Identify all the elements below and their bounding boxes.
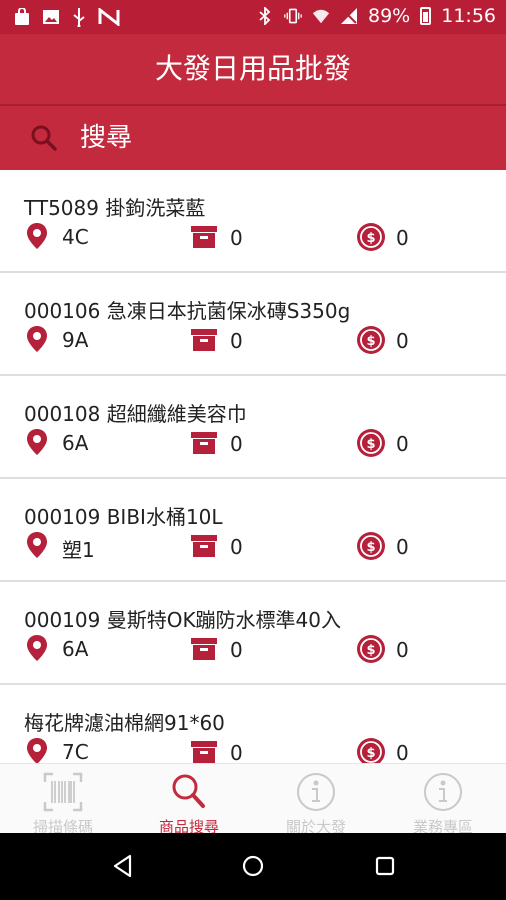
app-title: 大發日用品批發 xyxy=(0,34,506,104)
product-location: 4C xyxy=(62,225,89,249)
product-details: 9A 0 $ 0 xyxy=(0,325,506,355)
bottom-tab-bar: 掃描條碼 商品搜尋 關於大發 業務專區 xyxy=(0,763,506,836)
svg-text:$: $ xyxy=(366,746,375,761)
product-stock: 0 xyxy=(230,741,243,763)
tab-business[interactable]: 業務專區 xyxy=(380,764,506,836)
home-icon[interactable] xyxy=(240,853,266,879)
no-signal-icon xyxy=(341,8,357,24)
product-stock: 0 xyxy=(230,226,243,250)
product-item[interactable]: 000109 曼斯特OK蹦防水標準40入 6A 0 $ 0 xyxy=(0,582,506,685)
recents-icon[interactable] xyxy=(372,853,398,879)
system-icons: 89% 11:56 xyxy=(256,5,496,27)
location-pin-icon xyxy=(27,532,47,558)
location-pin-icon xyxy=(27,223,47,249)
price-coin-icon: $ xyxy=(357,532,385,560)
stock-box-icon xyxy=(191,741,217,763)
vibrate-icon xyxy=(284,8,302,24)
product-item[interactable]: 000108 超細纖維美容巾 6A 0 $ 0 xyxy=(0,376,506,479)
product-price: 0 xyxy=(396,329,409,353)
svg-text:$: $ xyxy=(366,231,375,246)
location-pin-icon xyxy=(27,635,47,661)
tab-product-search[interactable]: 商品搜尋 xyxy=(126,764,252,836)
notification-icons xyxy=(14,6,120,31)
product-stock: 0 xyxy=(230,638,243,662)
system-nav-bar xyxy=(0,833,506,900)
product-item[interactable]: 000106 急凍日本抗菌保冰磚S350g 9A 0 $ 0 xyxy=(0,273,506,376)
battery-icon xyxy=(420,7,432,25)
stock-box-icon xyxy=(191,638,217,660)
product-price: 0 xyxy=(396,535,409,559)
product-item[interactable]: 000109 BIBI水桶10L 塑1 0 $ 0 xyxy=(0,479,506,582)
price-coin-icon: $ xyxy=(357,223,385,251)
product-price: 0 xyxy=(396,638,409,662)
product-details: 6A 0 $ 0 xyxy=(0,634,506,664)
battery-percent: 89% xyxy=(368,5,411,27)
search-label: 搜尋 xyxy=(80,123,133,153)
price-coin-icon: $ xyxy=(357,429,385,457)
n-logo-icon xyxy=(98,6,120,30)
product-name: TT5089 掛鉤洗菜藍 xyxy=(24,196,206,220)
product-location: 7C xyxy=(62,740,89,763)
price-coin-icon: $ xyxy=(357,635,385,663)
product-details: 7C 0 $ 0 xyxy=(0,737,506,763)
svg-text:$: $ xyxy=(366,334,375,349)
bluetooth-icon xyxy=(259,7,271,25)
product-name: 000106 急凍日本抗菌保冰磚S350g xyxy=(24,299,351,323)
stock-box-icon xyxy=(191,535,217,557)
svg-text:$: $ xyxy=(366,540,375,555)
price-coin-icon: $ xyxy=(357,326,385,354)
stock-box-icon xyxy=(191,432,217,454)
product-item[interactable]: TT5089 掛鉤洗菜藍 4C 0 $ 0 xyxy=(0,170,506,273)
back-icon[interactable] xyxy=(110,853,136,879)
product-details: 塑1 0 $ 0 xyxy=(0,531,506,562)
tab-about[interactable]: 關於大發 xyxy=(253,764,379,836)
status-bar: 89% 11:56 xyxy=(0,0,506,34)
product-name: 梅花牌濾油棉網91*60 xyxy=(24,711,225,735)
search-bar[interactable]: 搜尋 xyxy=(0,104,506,170)
product-location: 9A xyxy=(62,328,89,352)
price-coin-icon: $ xyxy=(357,738,385,763)
product-name: 000109 BIBI水桶10L xyxy=(24,505,223,529)
product-price: 0 xyxy=(396,432,409,456)
product-price: 0 xyxy=(396,226,409,250)
product-details: 6A 0 $ 0 xyxy=(0,428,506,458)
svg-text:$: $ xyxy=(366,643,375,658)
product-stock: 0 xyxy=(230,535,243,559)
search-icon xyxy=(31,125,57,151)
product-name: 000108 超細纖維美容巾 xyxy=(24,402,247,426)
search-icon xyxy=(172,774,205,808)
svg-text:$: $ xyxy=(366,437,375,452)
wifi-icon xyxy=(312,9,330,24)
stock-box-icon xyxy=(191,226,217,248)
product-stock: 0 xyxy=(230,432,243,456)
product-item[interactable]: 梅花牌濾油棉網91*60 7C 0 $ 0 xyxy=(0,685,506,763)
location-pin-icon xyxy=(27,738,47,763)
stock-box-icon xyxy=(191,329,217,351)
product-location: 塑1 xyxy=(62,538,95,562)
info-icon xyxy=(297,773,335,811)
shopping-bag-icon xyxy=(14,7,30,30)
clock: 11:56 xyxy=(441,5,496,27)
tab-scan-barcode[interactable]: 掃描條碼 xyxy=(0,764,126,836)
usb-icon xyxy=(72,7,86,31)
product-details: 4C 0 $ 0 xyxy=(0,222,506,252)
info-icon xyxy=(424,773,462,811)
product-price: 0 xyxy=(396,741,409,763)
product-name: 000109 曼斯特OK蹦防水標準40入 xyxy=(24,608,342,632)
product-location: 6A xyxy=(62,637,89,661)
product-stock: 0 xyxy=(230,329,243,353)
product-list[interactable]: TT5089 掛鉤洗菜藍 4C 0 $ 0 000106 急凍日本抗菌保冰磚S3… xyxy=(0,170,506,763)
location-pin-icon xyxy=(27,326,47,352)
product-location: 6A xyxy=(62,431,89,455)
barcode-icon xyxy=(43,772,83,812)
image-icon xyxy=(42,9,60,29)
location-pin-icon xyxy=(27,429,47,455)
